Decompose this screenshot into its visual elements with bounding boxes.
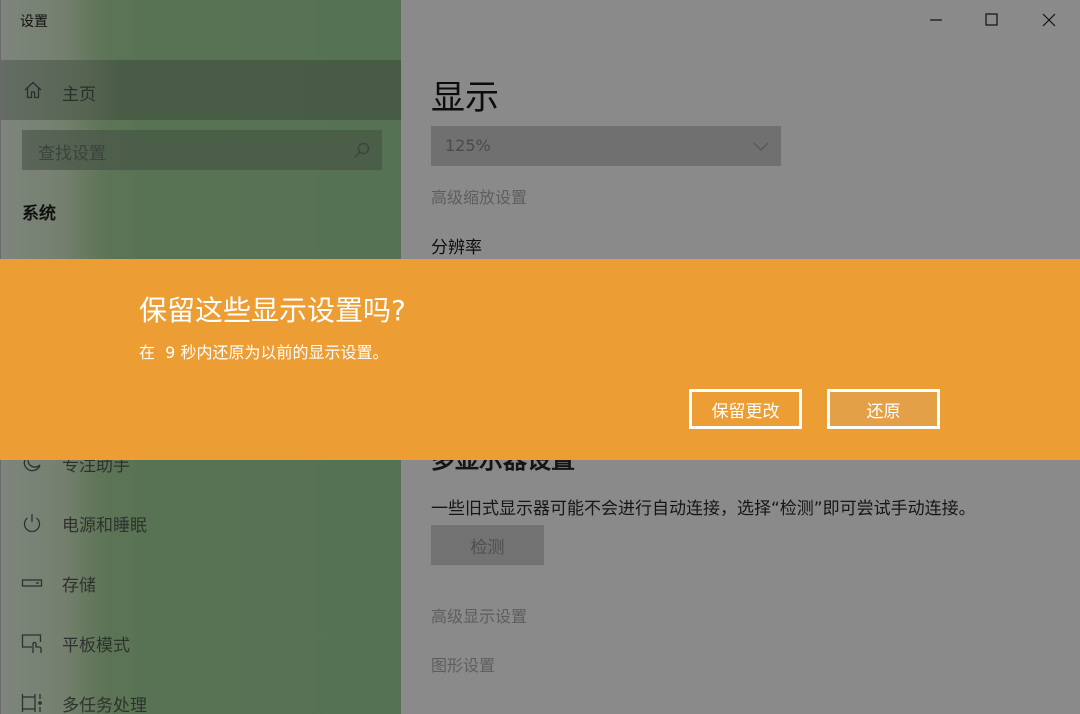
sidebar-item-home[interactable]: 主页 xyxy=(1,60,402,120)
sidebar-item-multitasking[interactable]: 多任务处理 xyxy=(1,682,402,714)
minimize-icon xyxy=(930,19,942,21)
sidebar-item-storage[interactable]: 存储 xyxy=(1,562,402,602)
keep-display-settings-banner: 保留这些显示设置吗? 在 9 秒内还原为以前的显示设置。 保留更改 还原 xyxy=(0,259,1080,460)
banner-countdown-message: 在 9 秒内还原为以前的显示设置。 xyxy=(139,343,389,362)
scale-dropdown-value: 125% xyxy=(445,136,491,155)
advanced-display-link[interactable]: 高级显示设置 xyxy=(431,603,527,627)
section-label-system: 系统 xyxy=(22,204,56,224)
search-icon[interactable] xyxy=(352,140,372,160)
search-input[interactable]: 查找设置 xyxy=(22,130,382,170)
scale-dropdown[interactable]: 125% xyxy=(431,126,781,166)
keep-changes-button[interactable]: 保留更改 xyxy=(689,389,802,429)
page-title: 显示 xyxy=(431,78,499,118)
chevron-down-icon xyxy=(753,142,769,151)
banner-title: 保留这些显示设置吗? xyxy=(139,294,406,327)
resolution-label: 分辨率 xyxy=(431,238,482,258)
sidebar-item-home-label: 主页 xyxy=(62,85,96,105)
home-icon xyxy=(24,81,42,99)
multitasking-icon xyxy=(21,694,42,712)
sidebar-item-label: 存储 xyxy=(62,576,96,596)
sidebar-item-label: 多任务处理 xyxy=(62,696,147,714)
power-icon xyxy=(23,514,41,533)
tablet-mode-icon xyxy=(21,634,42,653)
revert-button[interactable]: 还原 xyxy=(827,389,940,429)
sidebar-item-label: 电源和睡眠 xyxy=(62,516,147,536)
storage-icon xyxy=(21,579,43,587)
graphics-settings-link[interactable]: 图形设置 xyxy=(431,652,495,676)
maximize-button[interactable] xyxy=(964,0,1020,40)
minimize-button[interactable] xyxy=(908,0,964,40)
sidebar-item-power-sleep[interactable]: 电源和睡眠 xyxy=(1,502,402,542)
maximize-icon xyxy=(985,13,998,26)
sidebar-item-tablet-mode[interactable]: 平板模式 xyxy=(1,622,402,662)
search-placeholder: 查找设置 xyxy=(38,144,106,164)
multi-display-description: 一些旧式显示器可能不会进行自动连接，选择“检测”即可尝试手动连接。 xyxy=(431,499,976,519)
sidebar-item-label: 平板模式 xyxy=(62,636,130,656)
app-title: 设置 xyxy=(20,14,48,30)
close-button[interactable] xyxy=(1021,0,1077,40)
advanced-scaling-link[interactable]: 高级缩放设置 xyxy=(431,184,527,208)
detect-button[interactable]: 检测 xyxy=(431,525,544,565)
close-icon xyxy=(1042,13,1056,27)
